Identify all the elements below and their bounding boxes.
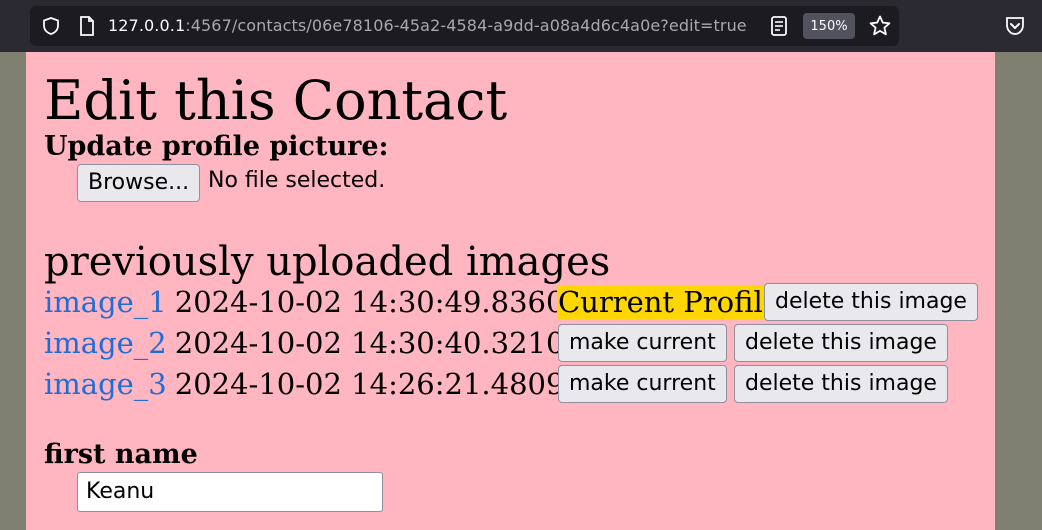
images-heading: previously uploaded images (44, 239, 611, 285)
url-host: 127.0.0.1 (108, 16, 186, 35)
image-row: image_1 2024-10-02 14:30:49.836097 (44, 283, 601, 321)
page-content: Edit this Contact Update profile picture… (26, 52, 995, 530)
image-timestamp: 2024-10-02 14:30:49.836097 (174, 285, 602, 319)
image-timestamp: 2024-10-02 14:26:21.480993 (174, 367, 602, 401)
image-timestamp: 2024-10-02 14:30:40.321078 (174, 326, 602, 360)
url-path: :4567/contacts/06e78106-45a2-4584-a9dd-a… (185, 16, 747, 35)
browser-toolbar: 127.0.0.1:4567/contacts/06e78106-45a2-45… (0, 0, 1042, 52)
page-title: Edit this Contact (44, 69, 508, 132)
url-text[interactable]: 127.0.0.1:4567/contacts/06e78106-45a2-45… (108, 16, 747, 35)
reader-view-icon[interactable] (770, 15, 788, 37)
page-icon (80, 16, 94, 36)
image-row: image_3 2024-10-02 14:26:21.480993 (44, 365, 601, 403)
browse-button[interactable]: Browse... (77, 164, 201, 202)
delete-image-button[interactable]: delete this image (734, 324, 948, 362)
delete-image-button[interactable]: delete this image (734, 365, 948, 403)
image-link[interactable]: image_2 (44, 326, 167, 360)
make-current-button[interactable]: make current (558, 365, 727, 403)
file-status-text: No file selected. (208, 168, 386, 193)
image-link[interactable]: image_1 (44, 285, 167, 319)
profile-picture-label: Update profile picture: (44, 131, 389, 162)
delete-image-button[interactable]: delete this image (764, 283, 978, 321)
pocket-icon[interactable] (1003, 14, 1027, 38)
image-link[interactable]: image_3 (44, 367, 167, 401)
first-name-field[interactable]: Keanu (77, 472, 383, 512)
make-current-button[interactable]: make current (558, 324, 727, 362)
current-profile-badge: Current Profile (557, 285, 781, 319)
image-row: image_2 2024-10-02 14:30:40.321078 (44, 324, 601, 362)
zoom-level-button[interactable]: 150% (803, 13, 855, 39)
first-name-label: first name (44, 439, 198, 470)
bookmark-star-icon[interactable] (868, 14, 892, 38)
shield-icon[interactable] (41, 16, 61, 36)
